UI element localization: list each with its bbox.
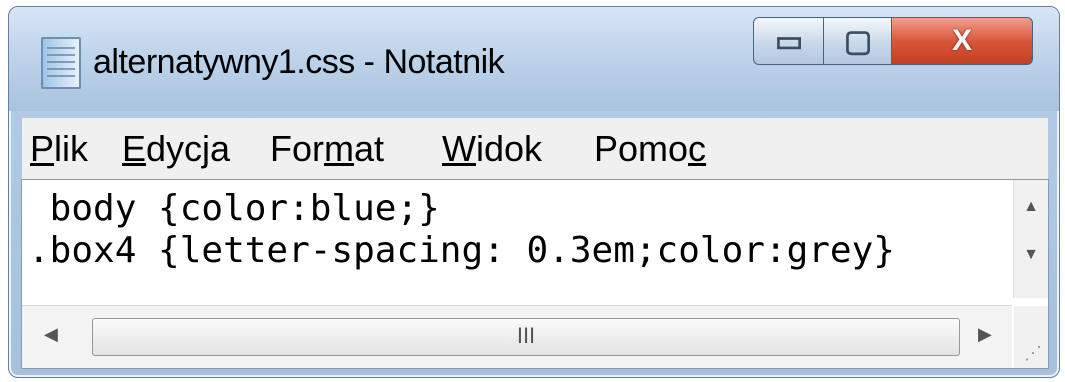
scroll-down-icon[interactable]: ▼ (1014, 246, 1048, 264)
title-bar[interactable]: alternatywny1.css - Notatnik ▭ ▢ X (9, 7, 1059, 111)
close-icon: X (951, 24, 972, 57)
horizontal-scrollbar[interactable]: ◀ III ▶ (22, 305, 1012, 368)
menu-widok[interactable]: Widok (442, 128, 542, 170)
menu-plik[interactable]: Plik (30, 128, 88, 170)
window-title: alternatywny1.css - Notatnik (93, 43, 505, 81)
scroll-up-icon[interactable]: ▲ (1014, 198, 1048, 216)
menu-format[interactable]: Format (270, 128, 384, 170)
menu-pomoc[interactable]: Pomoc (594, 128, 706, 170)
notepad-icon (41, 37, 81, 89)
grip-icon: III (516, 323, 536, 348)
minimize-button[interactable]: ▭ (753, 17, 825, 65)
vertical-scrollbar[interactable]: ▲ ▼ (1013, 180, 1048, 298)
editor-line[interactable]: .box4 {letter-spacing: 0.3em;color:grey} (28, 230, 895, 271)
notepad-window: alternatywny1.css - Notatnik ▭ ▢ X Plik … (8, 6, 1060, 378)
text-editor[interactable]: body {color:blue;} .box4 {letter-spacing… (21, 179, 1049, 369)
maximize-icon: ▢ (843, 24, 873, 58)
horizontal-scroll-thumb[interactable]: III (92, 318, 960, 356)
menu-bar: Plik Edycja Format Widok Pomoc (21, 117, 1049, 180)
menu-edycja[interactable]: Edycja (122, 128, 230, 170)
maximize-button[interactable]: ▢ (823, 17, 893, 65)
editor-line[interactable]: body {color:blue;} (28, 188, 440, 229)
close-button[interactable]: X (891, 17, 1033, 65)
minimize-icon: ▭ (774, 24, 804, 58)
scroll-right-icon[interactable]: ▶ (978, 324, 992, 345)
resize-grip-icon[interactable] (1014, 306, 1048, 368)
scroll-left-icon[interactable]: ◀ (44, 324, 58, 345)
